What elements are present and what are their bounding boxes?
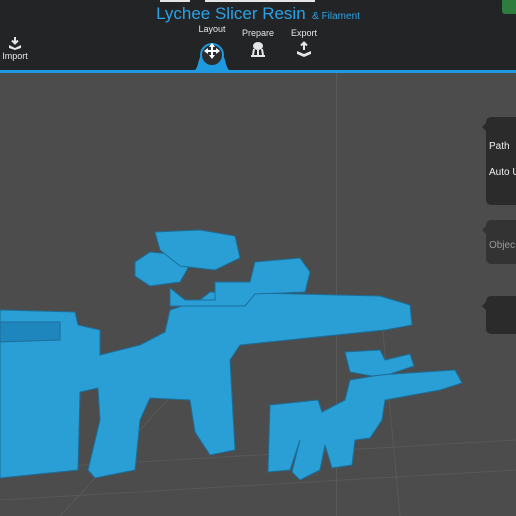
prepare-label: Prepare (241, 28, 275, 38)
supports-icon (251, 42, 265, 57)
export-icon (297, 41, 311, 57)
layout-label: Layout (198, 24, 226, 34)
app-title-sub: & Filament (312, 11, 360, 22)
tab-export[interactable]: Export (282, 28, 326, 68)
models-render (0, 229, 516, 516)
extra-panel[interactable] (482, 296, 516, 334)
3d-viewport[interactable]: Path Auto U Objec (0, 73, 516, 516)
app-title: Lychee Slicer Resin & Filament (0, 4, 516, 24)
app-title-main: Lychee Slicer Resin (156, 4, 306, 23)
path-label[interactable]: Path (489, 141, 510, 152)
object-label[interactable]: Objec (489, 240, 515, 251)
import-icon (9, 37, 21, 50)
export-label: Export (290, 28, 317, 38)
move-icon (204, 43, 220, 59)
import-label: Import (2, 51, 28, 61)
path-panel[interactable]: Path Auto U (482, 117, 516, 205)
object-panel[interactable]: Objec (482, 220, 516, 264)
auto-label[interactable]: Auto U (489, 167, 516, 178)
rifle-model-small (267, 349, 463, 481)
top-strip (205, 0, 315, 2)
top-strip (160, 0, 190, 2)
top-toolbar: Lychee Slicer Resin & Filament Import La… (0, 0, 516, 74)
tab-layout[interactable]: Layout (190, 24, 234, 64)
tab-prepare[interactable]: Prepare (236, 28, 280, 68)
